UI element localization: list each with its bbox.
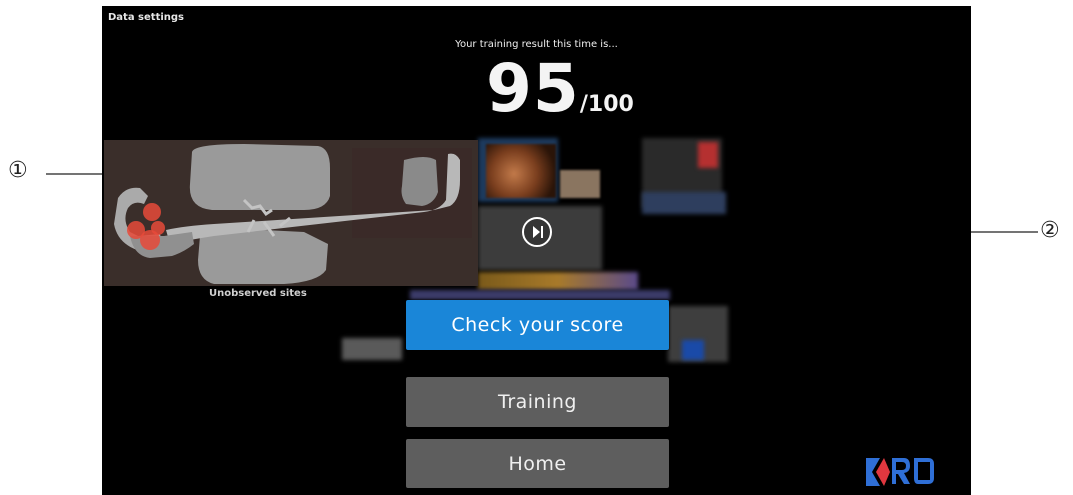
score-value: 95: [486, 50, 580, 127]
k-logo-icon: [866, 458, 934, 486]
stomach-map-graphic: [104, 140, 478, 286]
check-score-button[interactable]: Check your score: [406, 300, 669, 350]
data-settings-link[interactable]: Data settings: [108, 12, 184, 23]
graph-strip: [642, 192, 726, 214]
side-blue-card: [682, 340, 704, 360]
result-heading: Your training result this time is...: [455, 39, 618, 50]
red-marker: [698, 142, 718, 168]
callout-2-label: ②: [1040, 218, 1060, 243]
app-screen: Data settings Your training result this …: [102, 6, 971, 495]
endoscope-thumbnail: [486, 144, 556, 198]
training-button[interactable]: Training: [406, 377, 669, 427]
small-thumbnail: [560, 170, 600, 198]
home-button[interactable]: Home: [406, 439, 669, 488]
observation-map: [104, 140, 478, 286]
brand-logo: [862, 454, 962, 490]
timeline-bar: [478, 272, 638, 290]
score-display: 95/100: [486, 53, 634, 125]
score-max: /100: [579, 92, 634, 117]
callout-1-label: ①: [8, 158, 28, 183]
unobserved-sites-label: Unobserved sites: [209, 288, 307, 299]
timeline-bar-2: [410, 290, 670, 300]
play-skip-icon[interactable]: [521, 216, 553, 248]
side-label: [342, 338, 402, 360]
